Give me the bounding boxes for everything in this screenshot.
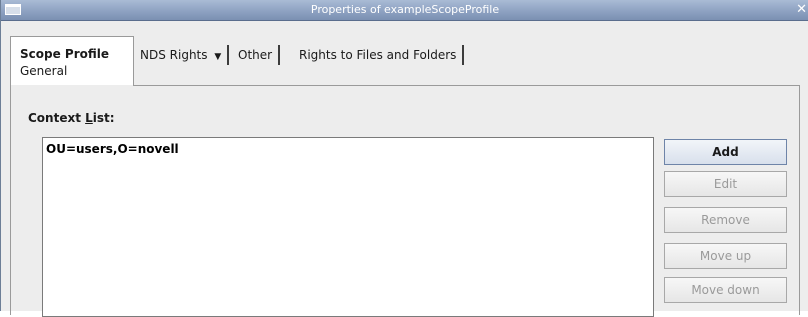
tab-scope-profile-label: Scope Profile (20, 47, 110, 61)
dropdown-arrow-icon: ▼ (214, 52, 222, 62)
move-down-button[interactable]: Move down (664, 277, 787, 303)
properties-window: Properties of exampleScopeProfile ✕ Scop… (0, 0, 808, 317)
remove-button[interactable]: Remove (664, 207, 787, 233)
add-button[interactable]: Add (664, 139, 787, 165)
tab-scope-profile[interactable]: Scope Profile General (10, 36, 134, 86)
edit-button[interactable]: Edit (664, 171, 787, 197)
tab-rights-files-folders[interactable]: Rights to Files and Folders (293, 45, 465, 65)
panel-border-left (10, 85, 11, 315)
window-title: Properties of exampleScopeProfile (310, 3, 500, 16)
move-up-button[interactable]: Move up (664, 243, 787, 269)
close-icon[interactable]: ✕ (796, 2, 807, 17)
panel-border-right (799, 85, 800, 315)
context-list[interactable]: OU=users,O=novell (42, 137, 654, 317)
list-item[interactable]: OU=users,O=novell (46, 142, 179, 156)
panel-border-gap (11, 85, 133, 86)
title-bar[interactable]: Properties of exampleScopeProfile ✕ (1, 0, 808, 21)
tab-other-label: Other (238, 48, 273, 62)
context-list-label: Context List: (28, 111, 115, 125)
tab-rights-files-folders-label: Rights to Files and Folders (299, 48, 457, 62)
tab-other[interactable]: Other (232, 45, 281, 65)
tab-nds-rights-label: NDS Rights (140, 48, 208, 62)
tab-scope-profile-sublabel[interactable]: General (20, 64, 67, 78)
tab-nds-rights[interactable]: NDS Rights ▼ (134, 45, 230, 65)
tab-strip: Scope Profile General NDS Rights ▼ Other… (10, 36, 800, 92)
